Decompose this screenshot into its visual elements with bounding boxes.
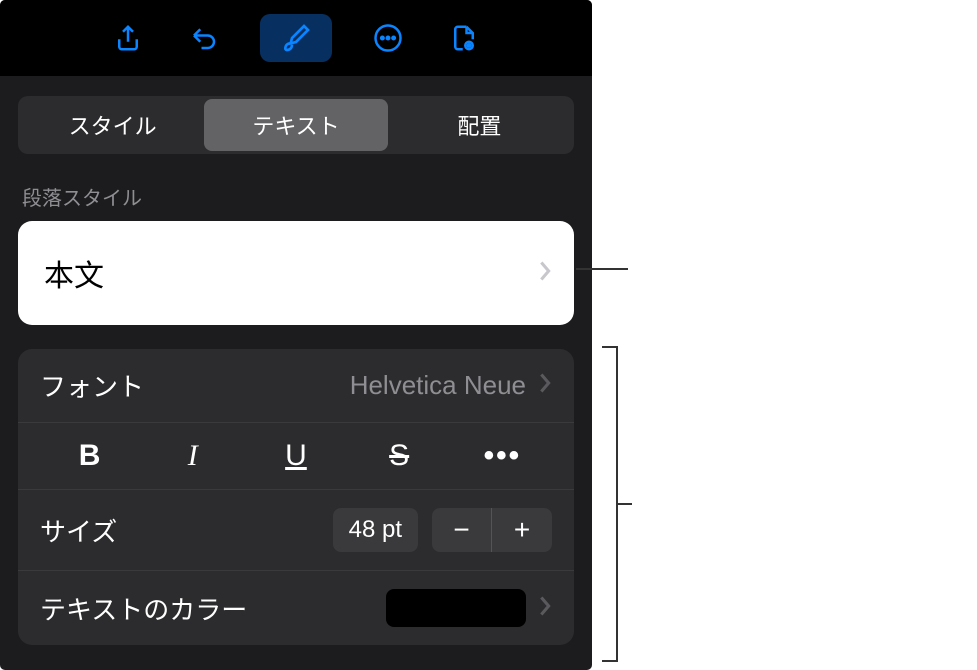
format-button[interactable] [260, 14, 332, 62]
callout-line [616, 503, 632, 505]
document-view-button[interactable] [444, 18, 484, 58]
tab-layout[interactable]: 配置 [388, 99, 571, 151]
chevron-right-icon [538, 260, 552, 287]
size-value[interactable]: 48 pt [333, 508, 418, 552]
text-color-label: テキストのカラー [40, 590, 386, 627]
paragraph-style-label: 段落スタイル [18, 182, 574, 211]
italic-button[interactable]: I [168, 439, 218, 473]
undo-button[interactable] [184, 18, 224, 58]
text-color-row[interactable]: テキストのカラー [18, 571, 574, 645]
size-decrease-button[interactable]: − [432, 508, 492, 552]
toolbar [0, 0, 592, 76]
size-label: サイズ [40, 512, 333, 549]
callout-line [602, 346, 616, 348]
color-swatch[interactable] [386, 589, 526, 627]
bold-button[interactable]: B [65, 439, 115, 473]
paintbrush-icon [280, 22, 312, 54]
size-row: サイズ 48 pt − + [18, 490, 574, 571]
size-increase-button[interactable]: + [492, 508, 552, 552]
tab-text[interactable]: テキスト [204, 99, 387, 151]
format-panel: スタイル テキスト 配置 段落スタイル 本文 フォント Helvetica Ne… [0, 0, 592, 670]
undo-icon [189, 23, 219, 53]
font-label: フォント [40, 367, 350, 404]
segmented-control: スタイル テキスト 配置 [18, 96, 574, 154]
ellipsis-circle-icon [373, 23, 403, 53]
share-button[interactable] [108, 18, 148, 58]
paragraph-style-value: 本文 [44, 251, 104, 295]
paragraph-style-row[interactable]: 本文 [18, 221, 574, 325]
more-button[interactable] [368, 18, 408, 58]
callout-line [602, 660, 616, 662]
tab-style[interactable]: スタイル [21, 99, 204, 151]
strikethrough-button[interactable]: S [374, 439, 424, 473]
font-settings-list: フォント Helvetica Neue B I U S ••• サイズ 48 p… [18, 349, 574, 645]
chevron-right-icon [538, 595, 552, 622]
more-styles-button[interactable]: ••• [477, 439, 527, 473]
document-view-icon [449, 23, 479, 53]
font-value: Helvetica Neue [350, 370, 526, 401]
underline-button[interactable]: U [271, 439, 321, 473]
chevron-right-icon [538, 372, 552, 399]
panel-content: スタイル テキスト 配置 段落スタイル 本文 フォント Helvetica Ne… [0, 76, 592, 665]
share-icon [113, 23, 143, 53]
size-stepper: − + [432, 508, 552, 552]
callout-line [576, 268, 628, 270]
font-row[interactable]: フォント Helvetica Neue [18, 349, 574, 423]
text-style-buttons: B I U S ••• [18, 423, 574, 490]
